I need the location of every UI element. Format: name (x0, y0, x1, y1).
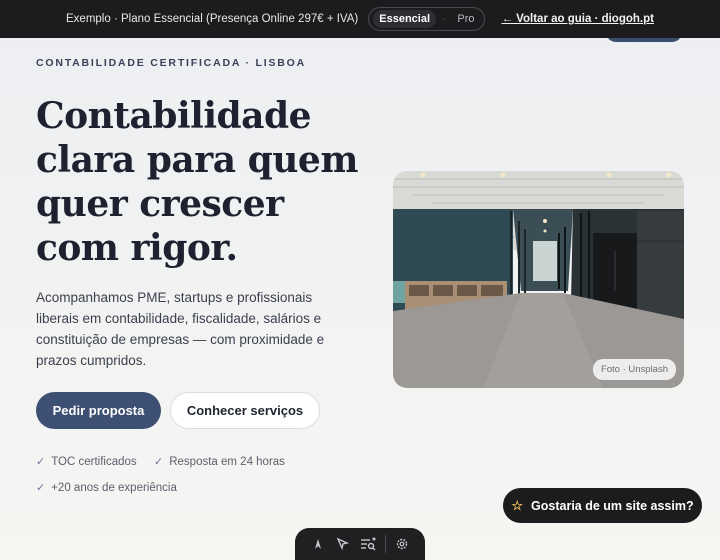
check-icon: ✓ (36, 456, 46, 468)
plan-option-essencial[interactable]: Essencial (373, 10, 437, 28)
office-photo: Foto · Unsplash (393, 171, 684, 388)
feature-item: ✓ +20 anos de experiência (36, 481, 177, 495)
astro-logo-icon[interactable] (309, 535, 327, 553)
feature-label: TOC certificados (51, 455, 137, 468)
headline-line: quer crescer (36, 183, 284, 225)
check-icon: ✓ (154, 456, 164, 468)
feature-label: Resposta em 24 horas (169, 455, 285, 468)
headline-line: Contabilidade (36, 95, 312, 137)
star-icon: ☆ (511, 497, 524, 513)
headline-line: com rigor. (36, 227, 238, 269)
photo-credit: Foto · Unsplash (592, 359, 676, 380)
audit-icon[interactable] (359, 535, 377, 553)
demo-label: Exemplo · Plano Essencial (Presença Onli… (66, 13, 359, 25)
website-offer-button[interactable]: ☆ Gostaria de um site assim? (503, 488, 702, 523)
settings-icon[interactable] (393, 535, 411, 553)
pointer-inspect-icon[interactable] (334, 535, 352, 553)
view-services-button[interactable]: Conhecer serviços (170, 392, 320, 429)
feature-item: ✓ Resposta em 24 horas (154, 455, 285, 469)
hero-eyebrow: CONTABILIDADE CERTIFICADA · LISBOA (36, 57, 307, 69)
dev-toolbar (295, 528, 425, 560)
back-to-guide-link[interactable]: ← Voltar ao guia · diogoh.pt (501, 13, 653, 25)
hero-headline: Contabilidade clara para quem quer cresc… (36, 94, 366, 270)
check-icon: ✓ (36, 482, 46, 494)
feature-label: +20 anos de experiência (51, 481, 177, 494)
plan-option-pro[interactable]: Pro (451, 10, 480, 28)
website-offer-label: Gostaria de um site assim? (531, 498, 694, 513)
toolbar-divider (384, 535, 386, 553)
hero-lead: Acompanhamos PME, startups e profissiona… (36, 290, 325, 368)
headline-line: clara para quem (36, 139, 358, 181)
feature-item: ✓ TOC certificados (36, 455, 137, 469)
plan-switch: Essencial · Pro (368, 7, 486, 31)
office-illustration (393, 171, 684, 388)
demo-banner: Exemplo · Plano Essencial (Presença Onli… (0, 0, 720, 38)
plan-separator: · (442, 13, 446, 25)
request-proposal-button[interactable]: Pedir proposta (36, 392, 161, 429)
